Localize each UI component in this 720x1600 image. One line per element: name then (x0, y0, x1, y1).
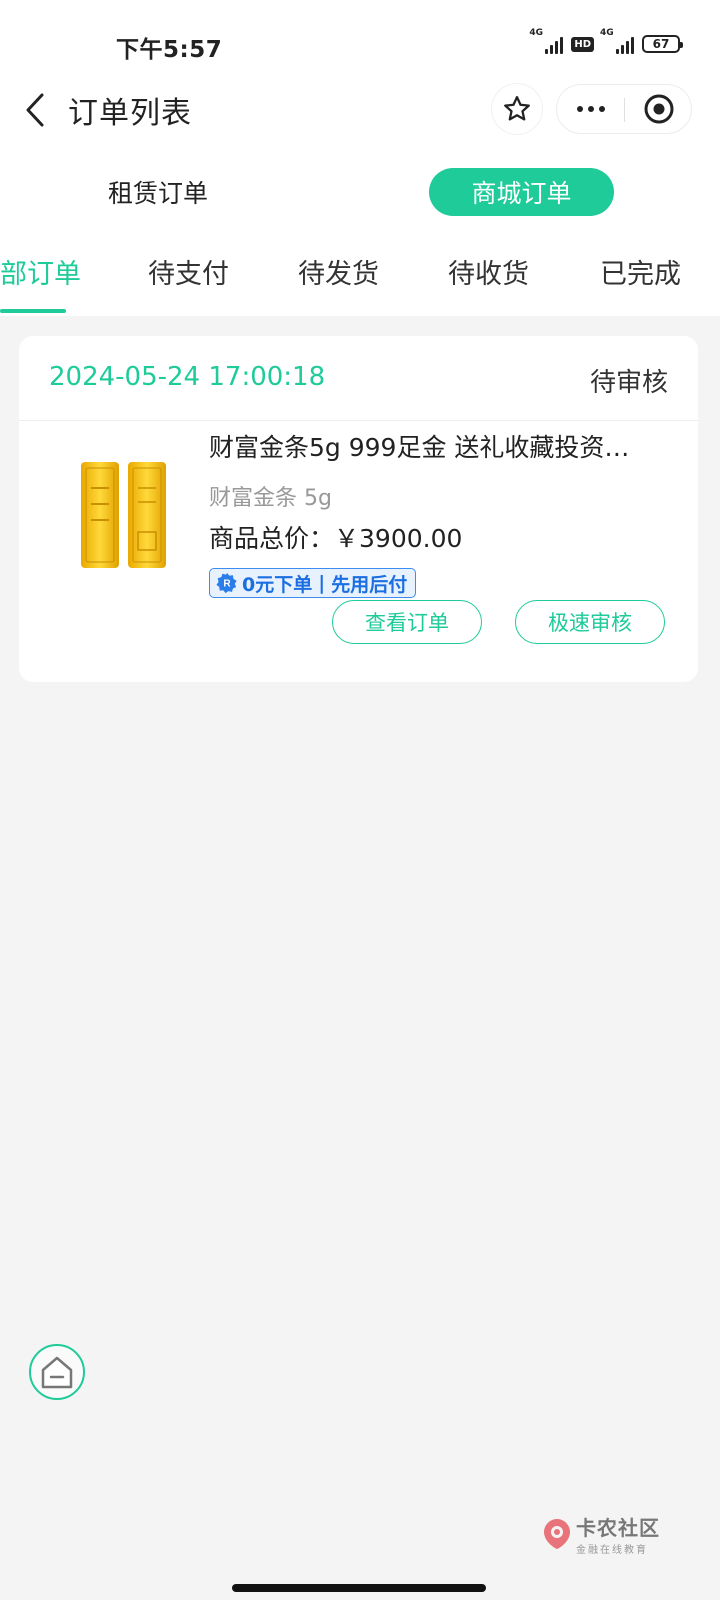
home-indicator[interactable] (232, 1584, 486, 1592)
badge-icon: R (216, 572, 237, 594)
page-title: 订单列表 (68, 96, 192, 131)
hd-icon: HD (571, 36, 594, 52)
watermark-title: 卡农社区 (576, 1516, 660, 1540)
price-value: ￥3900.00 (334, 524, 463, 553)
fast-review-button[interactable]: 极速审核 (515, 600, 665, 644)
back-icon[interactable] (18, 90, 54, 130)
product-title[interactable]: 财富金条5g 999足金 送礼收藏投资… (209, 428, 669, 464)
tab-all-orders[interactable]: 部订单 (0, 252, 81, 291)
active-tab-indicator (0, 309, 66, 313)
tab-pending-receipt[interactable]: 待收货 (448, 252, 529, 291)
tab-completed[interactable]: 已完成 (600, 252, 681, 291)
card-divider (19, 420, 698, 421)
status-icons: 4G HD 4G 67 (529, 28, 683, 54)
mall-orders-tab[interactable]: 商城订单 (429, 168, 614, 216)
home-icon (41, 1356, 73, 1389)
order-status: 待审核 (589, 368, 668, 398)
target-icon (644, 94, 674, 124)
star-icon (504, 96, 530, 121)
watermark-subtitle: 金融在线教育 (576, 1545, 648, 1556)
tab-pending-shipment[interactable]: 待发货 (298, 252, 379, 291)
favorite-star-button[interactable] (492, 84, 542, 134)
gold-bar-product-image[interactable] (79, 458, 173, 578)
rental-orders-tab[interactable]: 租赁订单 (40, 168, 276, 216)
price-label: 商品总价： (209, 524, 335, 553)
watermark: 卡农社区 金融在线教育 (542, 1512, 660, 1556)
view-order-button[interactable]: 查看订单 (332, 600, 482, 644)
more-button[interactable] (557, 85, 625, 133)
order-datetime: 2024-05-24 17:00:18 (49, 362, 326, 392)
promo-separator: | (318, 572, 326, 594)
close-target-button[interactable] (625, 85, 693, 133)
tab-pending-payment[interactable]: 待支付 (148, 252, 229, 291)
signal-icon-2: 4G (600, 28, 634, 54)
price-row: 商品总价：￥3900.00 (209, 519, 462, 555)
status-time: 下午5:57 (116, 37, 223, 63)
order-card[interactable]: 2024-05-24 17:00:18 待审核 财富金条5g 999足金 送礼收 (19, 336, 698, 682)
battery-icon: 67 (642, 35, 683, 53)
promo-pay-later: 先用后付 (331, 573, 408, 596)
pay-later-promo-tag: R 0元下单 | 先用后付 (209, 568, 417, 598)
watermark-logo-icon (544, 1519, 570, 1549)
home-float-button[interactable] (29, 1344, 85, 1400)
signal-icon: 4G (529, 28, 564, 54)
miniprogram-capsule (556, 84, 692, 134)
promo-zero-down: 0元下单 (242, 573, 313, 596)
svg-text:R: R (223, 579, 231, 590)
product-spec: 财富金条 5g (209, 486, 332, 511)
